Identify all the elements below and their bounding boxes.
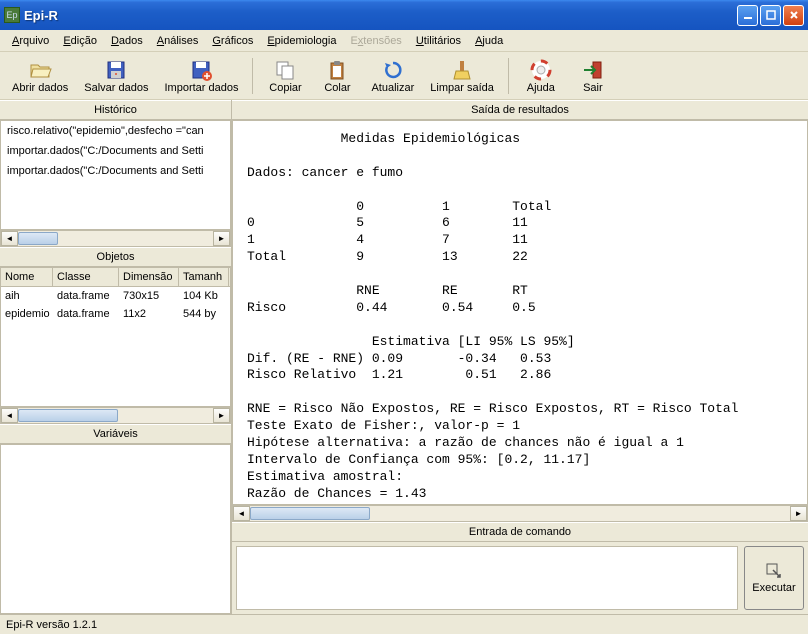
tool-label: Ajuda: [527, 82, 555, 94]
menu-dados[interactable]: Dados: [105, 33, 149, 49]
menu-epidemiologia[interactable]: Epidemiologia: [261, 33, 342, 49]
menu-graficos[interactable]: Gráficos: [206, 33, 259, 49]
menu-extensoes: Extensões: [344, 33, 407, 49]
scroll-thumb[interactable]: [18, 232, 58, 245]
table-row[interactable]: aih data.frame 730x15 104 Kb: [1, 287, 230, 305]
menubar: Arquivo Edição Dados Análises Gráficos E…: [0, 30, 808, 52]
floppy-disk-icon: [104, 58, 128, 82]
tool-label: Atualizar: [371, 82, 414, 94]
menu-edicao[interactable]: Edição: [57, 33, 103, 49]
tool-label: Salvar dados: [84, 82, 148, 94]
execute-button[interactable]: Executar: [744, 546, 804, 610]
scroll-left-icon[interactable]: ◄: [233, 506, 250, 521]
history-list[interactable]: risco.relativo("epidemio",desfecho ="can…: [0, 120, 231, 230]
help-button[interactable]: Ajuda: [517, 56, 565, 96]
col-dimensao[interactable]: Dimensão: [119, 268, 179, 286]
output-scrollbar[interactable]: ◄ ►: [232, 505, 808, 522]
menu-analises[interactable]: Análises: [151, 33, 205, 49]
app-icon: Ep: [4, 7, 20, 23]
execute-icon: [765, 562, 783, 580]
objects-scrollbar[interactable]: ◄ ►: [0, 407, 231, 424]
history-item[interactable]: risco.relativo("epidemio",desfecho ="can: [1, 121, 230, 141]
scroll-right-icon[interactable]: ►: [213, 231, 230, 246]
tool-label: Limpar saída: [430, 82, 494, 94]
copy-button[interactable]: Copiar: [261, 56, 309, 96]
objects-header: Objetos: [0, 247, 231, 267]
right-pane: Saída de resultados Medidas Epidemiológi…: [232, 100, 808, 614]
command-input[interactable]: [236, 546, 738, 610]
folder-open-icon: [28, 58, 52, 82]
menu-ajuda[interactable]: Ajuda: [469, 33, 509, 49]
objects-table: Nome Classe Dimensão Tamanh aih data.fra…: [0, 267, 231, 407]
statusbar: Epi-R versão 1.2.1: [0, 614, 808, 634]
toolbar: Abrir dados Salvar dados Importar dados …: [0, 52, 808, 100]
col-classe[interactable]: Classe: [53, 268, 119, 286]
clipboard-icon: [325, 58, 349, 82]
toolbar-separator: [508, 58, 509, 94]
col-nome[interactable]: Nome: [1, 268, 53, 286]
col-tamanho[interactable]: Tamanh: [179, 268, 229, 286]
scroll-thumb[interactable]: [18, 409, 118, 422]
command-header: Entrada de comando: [232, 522, 808, 542]
refresh-button[interactable]: Atualizar: [365, 56, 420, 96]
toolbar-separator: [252, 58, 253, 94]
scroll-left-icon[interactable]: ◄: [1, 408, 18, 423]
minimize-button[interactable]: [737, 5, 758, 26]
history-scrollbar[interactable]: ◄ ►: [0, 230, 231, 247]
exit-button[interactable]: Sair: [569, 56, 617, 96]
titlebar: Ep Epi-R: [0, 0, 808, 30]
menu-utilitarios[interactable]: Utilitários: [410, 33, 467, 49]
maximize-button[interactable]: [760, 5, 781, 26]
save-data-button[interactable]: Salvar dados: [78, 56, 154, 96]
copy-icon: [273, 58, 297, 82]
exit-icon: [581, 58, 605, 82]
refresh-icon: [381, 58, 405, 82]
variables-list[interactable]: [0, 444, 231, 614]
close-button[interactable]: [783, 5, 804, 26]
tool-label: Sair: [583, 82, 603, 94]
variables-header: Variáveis: [0, 424, 231, 444]
status-text: Epi-R versão 1.2.1: [6, 619, 97, 631]
history-header: Histórico: [0, 100, 231, 120]
clear-output-button[interactable]: Limpar saída: [424, 56, 500, 96]
table-row[interactable]: epidemio data.frame 11x2 544 by: [1, 305, 230, 323]
open-data-button[interactable]: Abrir dados: [6, 56, 74, 96]
broom-icon: [450, 58, 474, 82]
tool-label: Importar dados: [164, 82, 238, 94]
left-pane: Histórico risco.relativo("epidemio",desf…: [0, 100, 232, 614]
tool-label: Colar: [324, 82, 350, 94]
scroll-thumb[interactable]: [250, 507, 370, 520]
scroll-left-icon[interactable]: ◄: [1, 231, 18, 246]
window-buttons: [737, 5, 804, 26]
menu-arquivo[interactable]: Arquivo: [6, 33, 55, 49]
execute-label: Executar: [752, 582, 795, 594]
lifebuoy-icon: [529, 58, 553, 82]
window-title: Epi-R: [24, 8, 737, 23]
import-data-button[interactable]: Importar dados: [158, 56, 244, 96]
history-item[interactable]: importar.dados("C:/Documents and Setti: [1, 141, 230, 161]
scroll-right-icon[interactable]: ►: [790, 506, 807, 521]
import-icon: [189, 58, 213, 82]
output-area[interactable]: Medidas Epidemiológicas Dados: cancer e …: [232, 120, 808, 505]
scroll-right-icon[interactable]: ►: [213, 408, 230, 423]
history-item[interactable]: importar.dados("C:/Documents and Setti: [1, 161, 230, 181]
tool-label: Abrir dados: [12, 82, 68, 94]
output-header: Saída de resultados: [232, 100, 808, 120]
paste-button[interactable]: Colar: [313, 56, 361, 96]
tool-label: Copiar: [269, 82, 301, 94]
